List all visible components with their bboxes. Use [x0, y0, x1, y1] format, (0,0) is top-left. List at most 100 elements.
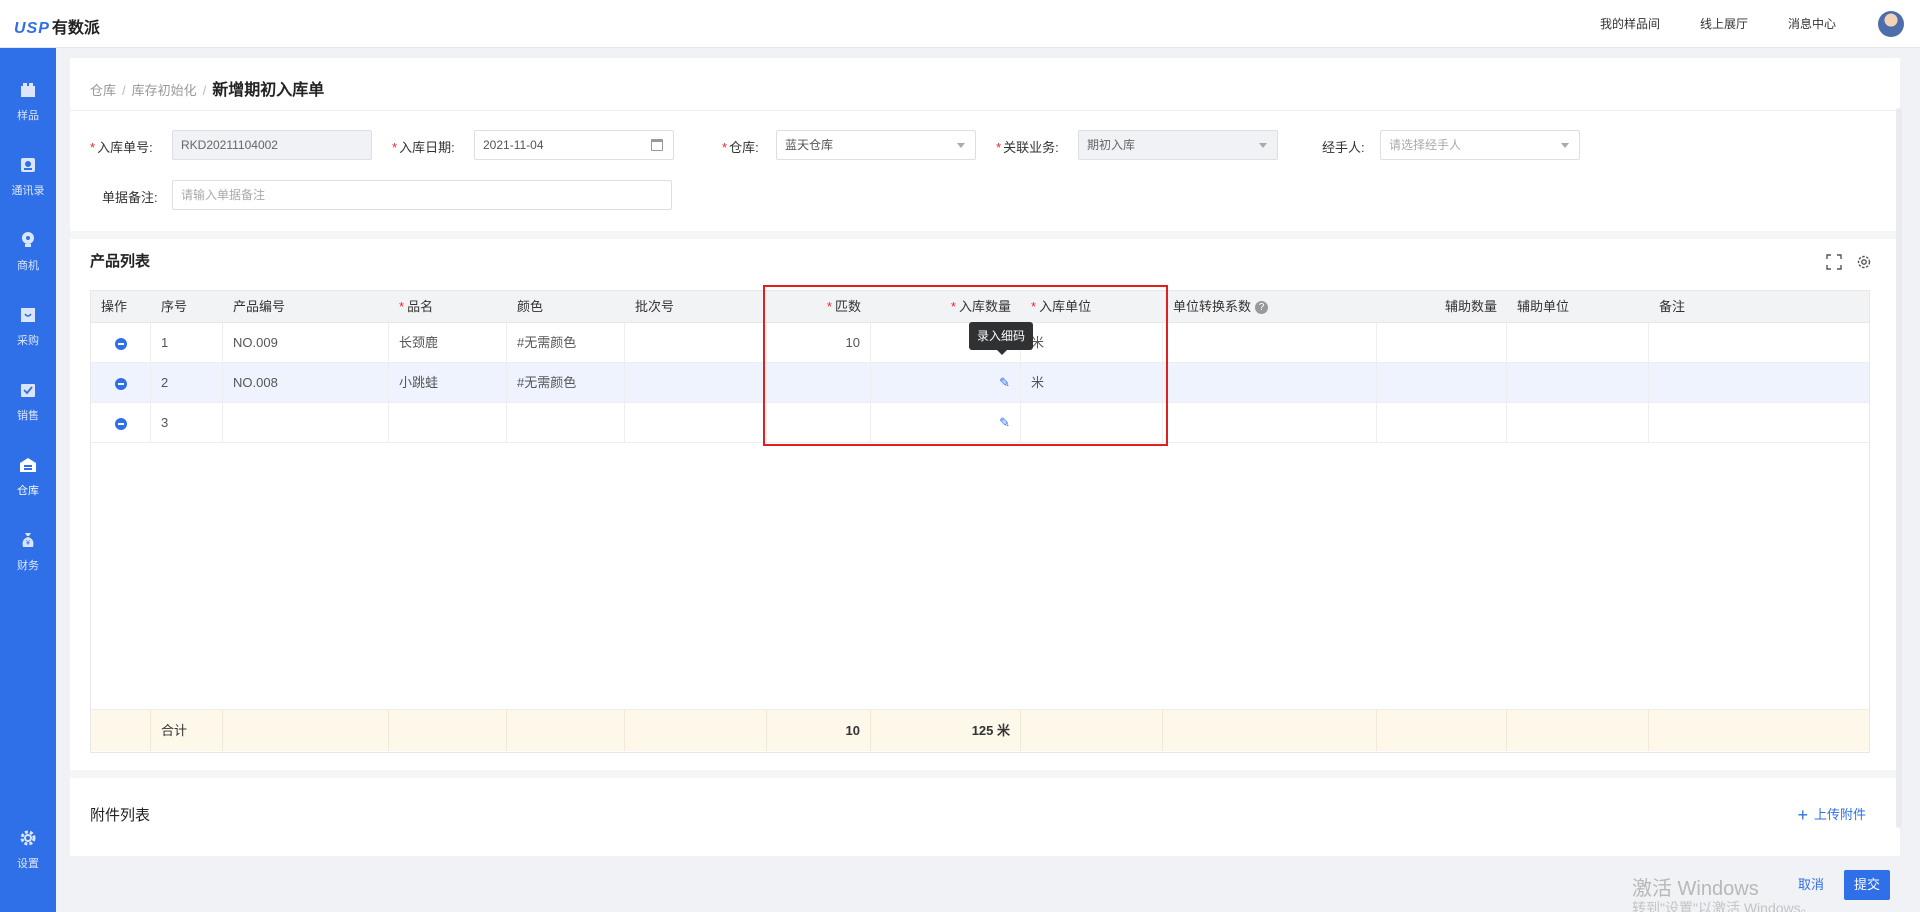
warehouse-value: 蓝天仓库 — [785, 138, 834, 152]
col-header-name: * 品名 — [399, 299, 434, 314]
cell-aux-qty[interactable] — [1377, 323, 1507, 362]
breadcrumb: 仓库 / 库存初始化 / 新增期初入库单 — [90, 82, 325, 99]
remove-row-button[interactable] — [91, 323, 151, 362]
remove-row-button[interactable] — [91, 363, 151, 402]
chevron-down-icon — [1561, 143, 1569, 148]
sidebar-item-label: 样品 — [17, 110, 39, 122]
sidebar-item-finance[interactable]: ¥ 财务 — [0, 520, 56, 580]
breadcrumb-inventory-init[interactable]: 库存初始化 — [132, 83, 197, 98]
cell-name[interactable] — [389, 403, 507, 442]
sidebar-item-label: 设置 — [17, 858, 39, 870]
sidebar-item-label: 财务 — [17, 560, 39, 572]
header-link-showroom[interactable]: 线上展厅 — [1700, 15, 1748, 32]
sidebar-item-settings[interactable]: 设置 — [0, 818, 56, 878]
chevron-down-icon — [1259, 143, 1267, 148]
summary-qty: 125 米 — [871, 710, 1021, 751]
cell-seq: 3 — [151, 403, 223, 442]
logo-text: 有数派 — [51, 20, 100, 37]
cell-code[interactable] — [223, 403, 389, 442]
gear-icon — [20, 830, 36, 846]
cell-remark[interactable] — [1649, 403, 1871, 442]
svg-text:¥: ¥ — [26, 540, 30, 547]
submit-button[interactable]: 提交 — [1844, 870, 1891, 900]
header-links: 我的样品间 线上展厅 消息中心 — [1600, 15, 1836, 32]
user-avatar[interactable] — [1878, 11, 1904, 37]
app-logo[interactable]: USP 有数派 — [14, 14, 100, 38]
cell-aux-qty[interactable] — [1377, 403, 1507, 442]
divider — [70, 110, 1900, 111]
summary-label: 合计 — [151, 710, 223, 751]
cell-batch[interactable] — [625, 323, 767, 362]
cell-name[interactable]: 长颈鹿 — [389, 323, 507, 362]
cell-batch[interactable] — [625, 363, 767, 402]
help-icon[interactable]: ? — [1255, 301, 1269, 315]
business-label: * 关联业务: — [996, 140, 1059, 155]
top-bar: USP 有数派 我的样品间 线上展厅 消息中心 — [0, 0, 1920, 48]
header-link-messages[interactable]: 消息中心 — [1788, 15, 1836, 32]
sidebar-item-contacts[interactable]: 通讯录 — [0, 145, 56, 205]
sidebar-item-label: 采购 — [17, 335, 39, 347]
summary-cell-empty — [1649, 710, 1871, 751]
fullscreen-icon[interactable] — [1826, 254, 1842, 270]
upload-attachment-button[interactable]: + 上传附件 — [1797, 804, 1866, 826]
opportunity-icon — [22, 232, 34, 247]
sidebar-item-warehouse[interactable]: 仓库 — [0, 445, 56, 505]
remark-label: 单据备注: — [102, 190, 158, 205]
gear-icon[interactable] — [1856, 254, 1872, 270]
summary-cell-empty — [1163, 710, 1377, 751]
cell-color[interactable]: #无需颜色 — [507, 363, 625, 402]
cell-aux-unit[interactable] — [1507, 363, 1649, 402]
summary-cell-empty — [1377, 710, 1507, 751]
col-header-seq: 序号 — [161, 299, 188, 314]
cell-aux-unit[interactable] — [1507, 403, 1649, 442]
business-value: 期初入库 — [1087, 138, 1136, 152]
header-link-sample-room[interactable]: 我的样品间 — [1600, 15, 1660, 32]
product-list-title: 产品列表 — [90, 253, 151, 270]
cell-conversion[interactable] — [1163, 363, 1377, 402]
cell-remark[interactable] — [1649, 363, 1871, 402]
cell-conversion[interactable] — [1163, 403, 1377, 442]
summary-cell-empty — [389, 710, 507, 751]
breadcrumb-warehouse[interactable]: 仓库 — [90, 83, 116, 98]
sidebar-item-label: 商机 — [17, 260, 39, 272]
sidebar-item-sample[interactable]: 样品 — [0, 70, 56, 130]
cell-seq: 1 — [151, 323, 223, 362]
cell-code[interactable]: NO.008 — [223, 363, 389, 402]
sidebar-item-purchase[interactable]: 采购 — [0, 295, 56, 355]
cell-color[interactable]: #无需颜色 — [507, 323, 625, 362]
minus-circle-icon — [114, 417, 127, 430]
cell-name[interactable]: 小跳蛙 — [389, 363, 507, 402]
cell-aux-unit[interactable] — [1507, 323, 1649, 362]
cell-batch[interactable] — [625, 403, 767, 442]
summary-cell-empty — [223, 710, 389, 751]
col-header-remark: 备注 — [1659, 299, 1686, 314]
cell-color[interactable] — [507, 403, 625, 442]
handler-select[interactable]: 请选择经手人 — [1380, 130, 1580, 160]
tooltip: 录入细码 — [969, 322, 1034, 355]
cell-remark[interactable] — [1649, 323, 1871, 362]
cancel-button[interactable]: 取消 — [1788, 870, 1834, 900]
date-picker[interactable]: 2021-11-04 — [474, 130, 674, 160]
minus-circle-icon — [114, 377, 127, 390]
remark-input[interactable]: 请输入单据备注 — [172, 180, 672, 210]
vertical-scrollbar[interactable] — [1896, 108, 1902, 828]
section-separator — [70, 231, 1900, 239]
warehouse-label: * 仓库: — [722, 140, 759, 155]
sidebar-item-opportunity[interactable]: 商机 — [0, 220, 56, 280]
col-header-aux-qty: 辅助数量 — [1444, 299, 1497, 314]
warehouse-select[interactable]: 蓝天仓库 — [776, 130, 976, 160]
remove-row-button[interactable] — [91, 403, 151, 442]
windows-watermark: 激活 Windows — [1632, 878, 1759, 900]
col-header-aux-unit: 辅助单位 — [1517, 299, 1570, 314]
col-header-color: 颜色 — [517, 299, 544, 314]
cell-aux-qty[interactable] — [1377, 363, 1507, 402]
sidebar-item-sales[interactable]: 销售 — [0, 370, 56, 430]
handler-label: 经手人: — [1322, 140, 1365, 155]
col-header-action: 操作 — [101, 299, 128, 314]
cell-conversion[interactable] — [1163, 323, 1377, 362]
col-header-code: 产品编号 — [233, 299, 286, 314]
sidebar-item-label: 仓库 — [17, 485, 39, 497]
summary-cell-empty — [1021, 710, 1163, 751]
cell-code[interactable]: NO.009 — [223, 323, 389, 362]
highlight-box — [763, 285, 1168, 446]
